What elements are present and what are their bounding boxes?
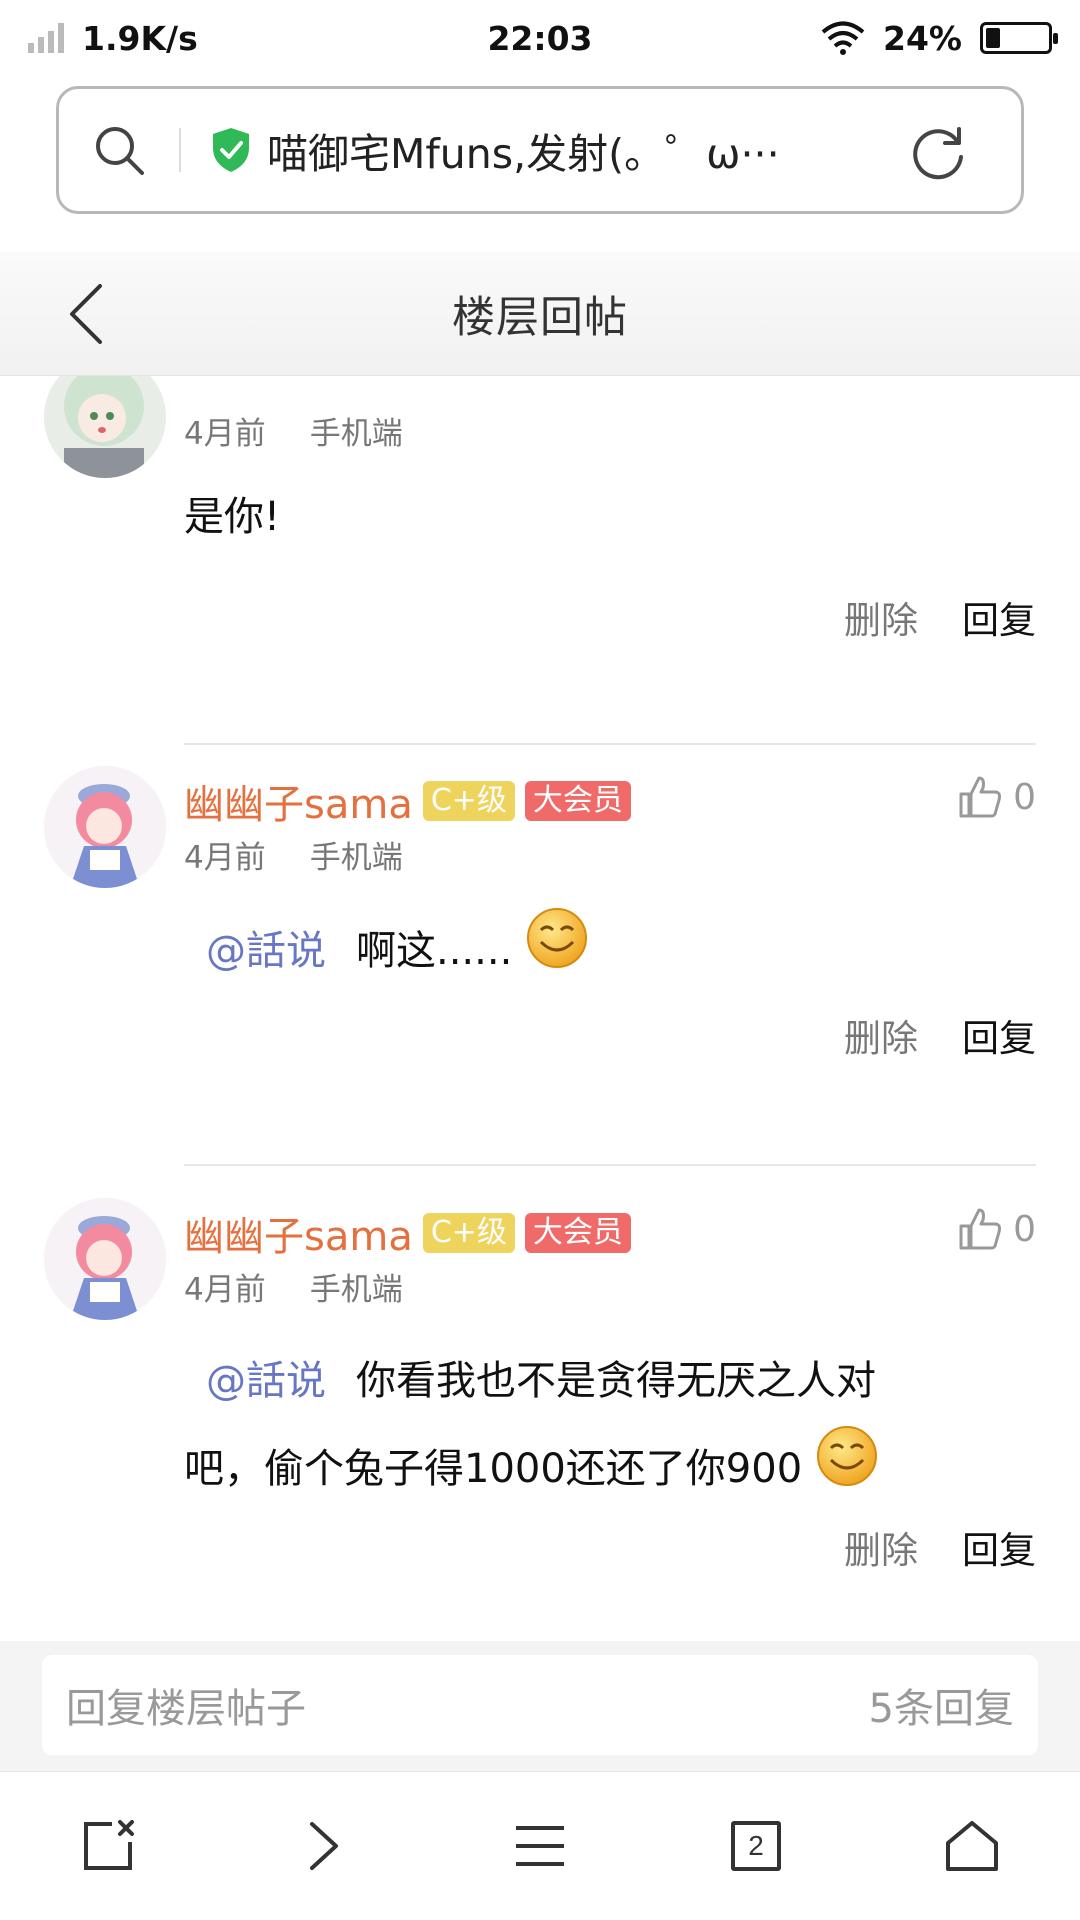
post-meta: 4月前 手机端 <box>184 832 403 877</box>
post-actions: 删除 回复 <box>844 1520 1036 1574</box>
like-count: 0 <box>1013 776 1036 818</box>
avatar[interactable] <box>44 1198 166 1320</box>
menu-button[interactable] <box>480 1786 600 1906</box>
post-text: 是你! <box>184 494 281 540</box>
signal-icon <box>28 23 64 53</box>
home-icon <box>946 1821 998 1871</box>
search-icon[interactable] <box>59 89 179 211</box>
status-bar: 1.9K/s 22:03 24% <box>0 0 1080 76</box>
reply-button[interactable]: 回复 <box>962 1520 1036 1574</box>
status-left: 1.9K/s <box>28 19 198 58</box>
divider <box>179 128 181 172</box>
username[interactable]: 幽幽子sama <box>184 1204 413 1262</box>
username-row: 幽幽子sama C+级 大会员 <box>184 1204 631 1262</box>
reply-item: 4月前 手机端 是你! 删除 回复 <box>0 376 1080 746</box>
divider <box>184 743 1036 745</box>
mention-link[interactable]: @話说 <box>206 928 326 974</box>
page-title: 楼层回帖 <box>452 292 628 343</box>
reply-count[interactable]: 5条回复 <box>869 1676 1014 1734</box>
post-body: @話说 啊这...... <box>206 906 1066 1000</box>
reply-bar: 回复楼层帖子 5条回复 <box>0 1641 1080 1771</box>
forward-button[interactable] <box>264 1786 384 1906</box>
status-right: 24% <box>821 18 1058 58</box>
delete-button[interactable]: 删除 <box>844 1008 918 1062</box>
shield-icon <box>211 125 255 175</box>
menu-icon <box>516 1826 564 1866</box>
tab-count: 2 <box>748 1830 764 1861</box>
post-actions: 删除 回复 <box>844 590 1036 644</box>
like-count: 0 <box>1013 1208 1036 1250</box>
post-text-line1: 你看我也不是贪得无厌之人对 <box>356 1358 876 1404</box>
username-row: 幽幽子sama C+级 大会员 <box>184 772 631 830</box>
level-badge: C+级 <box>422 781 515 821</box>
reply-placeholder: 回复楼层帖子 <box>66 1686 306 1732</box>
post-list[interactable]: 4月前 手机端 是你! 删除 回复 幽幽子sama C+级 大会员 0 4月前 … <box>0 376 1080 1641</box>
reply-item: 幽幽子sama C+级 大会员 0 4月前 手机端 @話说 啊这...... 删… <box>0 746 1080 1178</box>
delete-button[interactable]: 删除 <box>844 1520 918 1574</box>
chevron-right-icon <box>310 1822 338 1870</box>
battery-fill <box>986 28 1001 48</box>
username[interactable]: 幽幽子sama <box>184 772 413 830</box>
divider <box>184 1164 1036 1166</box>
post-meta: 4月前 手机端 <box>184 408 403 453</box>
post-device: 手机端 <box>309 416 403 452</box>
post-time: 4月前 <box>184 840 266 876</box>
battery-percent: 24% <box>883 18 962 58</box>
smile-emoji-icon <box>815 1424 879 1518</box>
home-button[interactable] <box>912 1786 1032 1906</box>
post-time: 4月前 <box>184 416 266 452</box>
close-page-icon <box>84 1820 134 1870</box>
browser-toolbar: 2 <box>0 1771 1080 1920</box>
url-text[interactable]: 喵御宅Mfuns,发射(。゜ω··· <box>267 120 827 180</box>
vip-badge: 大会员 <box>524 781 631 821</box>
post-text-line2: 吧，偷个兔子得1000还还了你900 <box>184 1446 803 1492</box>
chevron-left-icon <box>70 284 102 344</box>
post-body: @話说 你看我也不是贪得无厌之人对 吧，偷个兔子得1000还还了你900 <box>184 1338 1044 1518</box>
page-header: 楼层回帖 <box>0 252 1080 376</box>
post-actions: 删除 回复 <box>844 1008 1036 1062</box>
post-line: 吧，偷个兔子得1000还还了你900 <box>184 1424 1044 1518</box>
post-device: 手机端 <box>309 1272 403 1308</box>
close-page-button[interactable] <box>48 1786 168 1906</box>
battery-icon <box>980 22 1058 54</box>
back-button[interactable] <box>62 282 112 346</box>
net-speed: 1.9K/s <box>82 18 198 58</box>
avatar[interactable] <box>44 376 166 478</box>
reply-input[interactable]: 回复楼层帖子 5条回复 <box>42 1655 1038 1755</box>
delete-button[interactable]: 删除 <box>844 590 918 644</box>
vip-badge: 大会员 <box>524 1213 631 1253</box>
thumbs-up-icon <box>959 776 1002 818</box>
thumbs-up-icon <box>959 1208 1002 1250</box>
wifi-icon <box>821 21 865 55</box>
mention-link[interactable]: @話说 <box>206 1358 326 1404</box>
post-device: 手机端 <box>309 840 403 876</box>
post-line: @話说 你看我也不是贪得无厌之人对 <box>184 1338 1044 1424</box>
reply-button[interactable]: 回复 <box>962 590 1036 644</box>
post-text: 啊这...... <box>356 928 513 974</box>
reply-button[interactable]: 回复 <box>962 1008 1036 1062</box>
reply-item: 幽幽子sama C+级 大会员 0 4月前 手机端 @話说 你看我也不是贪得无厌之人… <box>0 1178 1080 1641</box>
address-bar[interactable]: 喵御宅Mfuns,发射(。゜ω··· <box>56 86 1024 214</box>
tabs-icon: 2 <box>731 1821 781 1871</box>
like-button[interactable]: 0 <box>957 774 1036 820</box>
like-button[interactable]: 0 <box>957 1206 1036 1252</box>
tabs-button[interactable]: 2 <box>696 1786 816 1906</box>
level-badge: C+级 <box>422 1213 515 1253</box>
post-time: 4月前 <box>184 1272 266 1308</box>
post-meta: 4月前 手机端 <box>184 1264 403 1309</box>
smile-emoji-icon <box>525 906 589 1000</box>
avatar[interactable] <box>44 766 166 888</box>
refresh-icon[interactable] <box>907 121 969 183</box>
